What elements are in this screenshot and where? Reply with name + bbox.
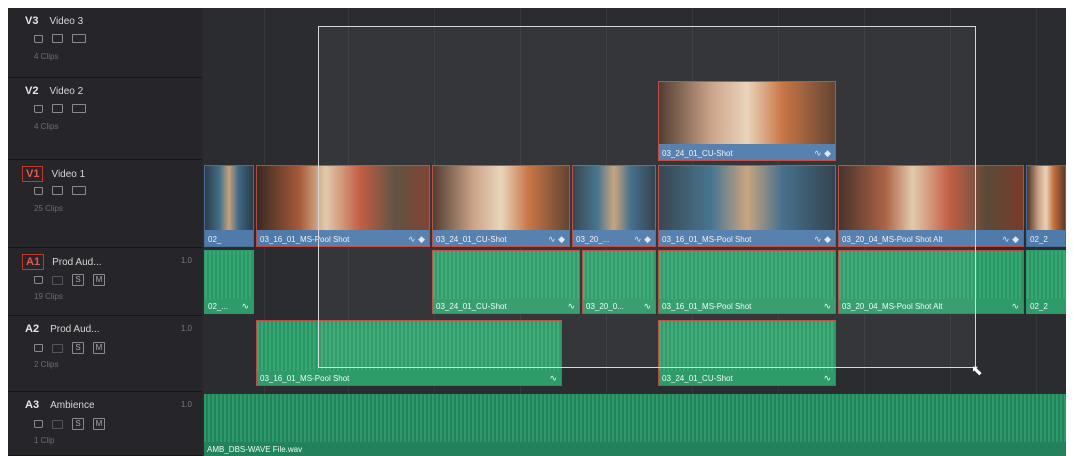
fx-icon: ∿ — [823, 373, 831, 383]
clip-count: 25 Clips — [34, 204, 63, 213]
clip-count: 1 Clip — [34, 436, 55, 445]
fx-icon: ∿ ◆ — [1002, 234, 1019, 244]
video-clip[interactable]: 02_2 — [1026, 165, 1066, 247]
solo-icon[interactable]: S — [72, 418, 84, 430]
lock-icon[interactable] — [34, 186, 43, 195]
monitor-icon[interactable] — [52, 34, 63, 43]
timeline-area[interactable]: 03_24_01_CU-Shot ∿ ◆ 02_ 03_16_01_MS-Poo… — [204, 8, 1066, 456]
track-name[interactable]: Video 3 — [49, 16, 83, 27]
link-icon[interactable] — [52, 275, 63, 285]
clip-label: 02_2 — [1030, 302, 1048, 311]
track-code: V3 — [25, 15, 39, 27]
clip-count: 2 Clips — [34, 360, 59, 369]
track-level: 1.0 — [180, 324, 192, 333]
clip-count: 4 Clips — [34, 52, 59, 61]
monitor-icon[interactable] — [52, 186, 63, 195]
lock-icon[interactable] — [34, 34, 43, 43]
fx-icon: ∿ — [241, 301, 249, 311]
lock-icon[interactable] — [34, 420, 43, 428]
clip-label: 03_16_01_MS-Pool Shot — [260, 374, 350, 383]
clip-label: 02_ — [208, 235, 222, 244]
mute-icon[interactable]: M — [93, 274, 105, 286]
fx-icon: ∿ — [1011, 301, 1019, 311]
mute-icon[interactable]: M — [93, 418, 105, 430]
link-icon[interactable] — [52, 419, 63, 429]
track-code[interactable]: A1 — [22, 254, 45, 270]
video-clip[interactable]: 02_ — [204, 165, 254, 247]
audio-clip[interactable]: 02_... ∿ — [204, 250, 254, 314]
clip-label: 03_24_01_CU-Shot — [662, 374, 733, 383]
clip-label: 02_2 — [1030, 235, 1048, 244]
lock-icon[interactable] — [34, 104, 43, 113]
solo-icon[interactable]: S — [72, 342, 84, 354]
track-header-a1[interactable]: A1 Prod Aud... 1.0 S M 19 Clips — [8, 248, 202, 316]
track-header-v2[interactable]: V2 Video 2 4 Clips — [8, 78, 202, 160]
pointer-cursor-icon: ⬉ — [971, 362, 983, 378]
film-icon[interactable] — [72, 186, 86, 195]
audio-clip[interactable]: AMB_DBS-WAVE File.wav — [204, 394, 1066, 456]
mute-icon[interactable]: M — [93, 342, 105, 354]
track-level: 1.0 — [180, 400, 192, 409]
track-name[interactable]: Prod Aud... — [52, 257, 101, 268]
lock-icon[interactable] — [34, 344, 43, 352]
track-name[interactable]: Video 2 — [49, 86, 83, 97]
track-name[interactable]: Ambience — [50, 400, 94, 411]
track-code[interactable]: V1 — [22, 166, 44, 182]
clip-count: 4 Clips — [34, 122, 59, 131]
track-name[interactable]: Video 1 — [51, 169, 85, 180]
track-header-a3[interactable]: A3 Ambience 1.0 S M 1 Clip — [8, 392, 202, 456]
link-icon[interactable] — [52, 343, 63, 353]
clip-count: 19 Clips — [34, 292, 63, 301]
track-code: A3 — [25, 399, 40, 411]
track-code: A2 — [25, 323, 40, 335]
monitor-icon[interactable] — [52, 104, 63, 113]
track-header-v3[interactable]: V3 Video 3 4 Clips — [8, 8, 202, 78]
clip-label: AMB_DBS-WAVE File.wav — [207, 445, 303, 454]
track-name[interactable]: Prod Aud... — [50, 324, 99, 335]
track-code: V2 — [25, 85, 39, 97]
solo-icon[interactable]: S — [72, 274, 84, 286]
audio-clip[interactable]: 02_2 — [1026, 250, 1066, 314]
track-header-v1[interactable]: V1 Video 1 25 Clips — [8, 160, 202, 248]
track-header-a2[interactable]: A2 Prod Aud... 1.0 S M 2 Clips — [8, 316, 202, 392]
selection-marquee — [318, 26, 976, 368]
film-icon[interactable] — [72, 104, 86, 113]
fx-icon: ∿ — [549, 373, 557, 383]
clip-label: 02_... — [208, 302, 229, 311]
lock-icon[interactable] — [34, 276, 43, 284]
film-icon[interactable] — [72, 34, 86, 43]
track-level: 1.0 — [180, 256, 192, 265]
timeline-window: V3 Video 3 4 Clips V2 Video 2 4 Clips V1… — [8, 8, 1066, 456]
